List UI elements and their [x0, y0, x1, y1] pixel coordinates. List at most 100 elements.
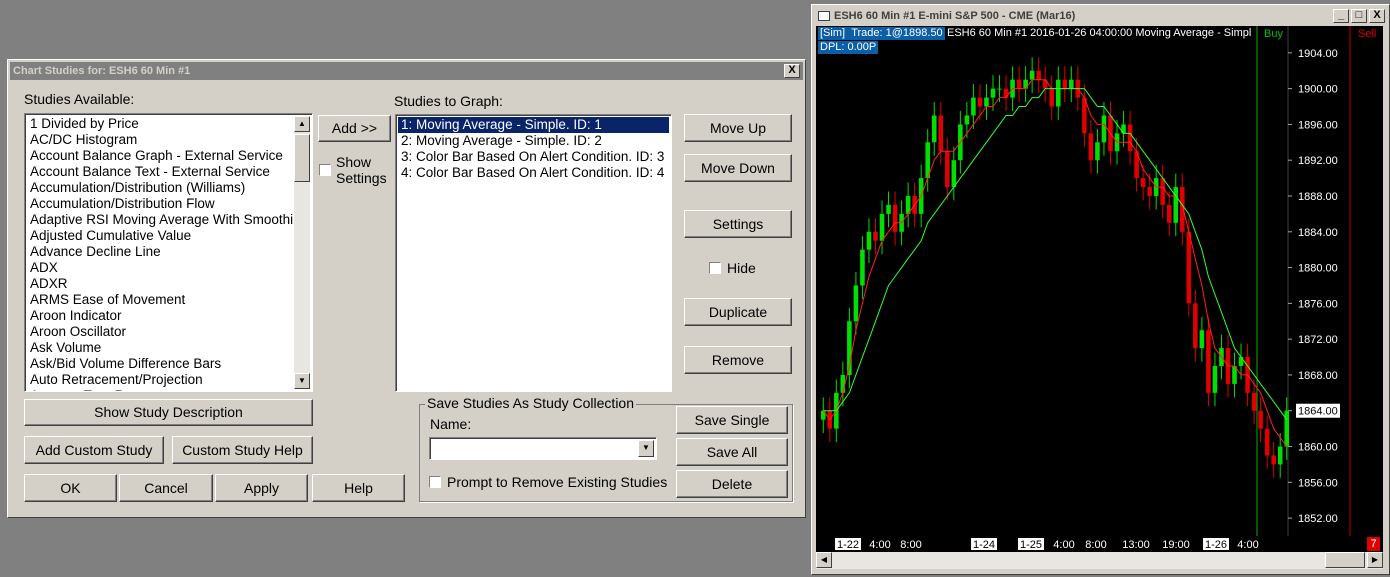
graph-study-item[interactable]: 2: Moving Average - Simple. ID: 2 [398, 133, 669, 149]
x-tick-label: 8:00 [900, 539, 921, 551]
available-study-item[interactable]: ARMS Ease of Movement [27, 292, 294, 308]
dropdown-arrow-icon[interactable]: ▼ [638, 440, 654, 457]
available-study-item[interactable]: Aroon Indicator [27, 308, 294, 324]
scroll-thumb-horizontal[interactable] [1325, 552, 1365, 568]
available-study-item[interactable]: Adaptive RSI Moving Average With Smoothi… [27, 212, 294, 228]
save-single-button[interactable]: Save Single [676, 406, 788, 434]
save-collection-group-label: Save Studies As Study Collection [425, 395, 637, 411]
y-tick-label: 1856.00 [1298, 477, 1338, 489]
candle-body [860, 249, 865, 286]
studies-available-scrollbar[interactable]: ▲ ▼ [294, 116, 310, 389]
x-tick-label: 19:00 [1162, 539, 1190, 551]
chart-window-title: ESH6 60 Min #1 E-mini S&P 500 - CME (Mar… [834, 10, 1076, 22]
help-button[interactable]: Help [312, 474, 405, 502]
x-tick-label: 1-22 [837, 539, 859, 551]
available-study-item[interactable]: ADXR [27, 276, 294, 292]
candle-body [1042, 79, 1048, 89]
available-study-item[interactable]: Ask Volume [27, 340, 294, 356]
candle-body [1173, 187, 1179, 223]
x-tick-label: 8:00 [1085, 539, 1106, 551]
delete-button[interactable]: Delete [676, 470, 788, 498]
available-study-item[interactable]: AC/DC Histogram [27, 132, 294, 148]
remove-button[interactable]: Remove [684, 346, 792, 374]
hide-checkbox[interactable] [709, 262, 721, 274]
add-custom-study-button[interactable]: Add Custom Study [24, 436, 164, 464]
available-study-item[interactable]: Accumulation/Distribution Flow [27, 196, 294, 212]
candle-body [1140, 178, 1146, 188]
scroll-up-icon[interactable]: ▲ [294, 116, 310, 132]
studies-to-graph-list[interactable]: 1: Moving Average - Simple. ID: 1 2: Movi… [395, 114, 672, 392]
candle-body [977, 97, 983, 107]
name-label: Name: [430, 416, 472, 432]
candle-body [1251, 392, 1257, 411]
x-axis-svg: 1-22 4:00 8:00 1-24 1-25 4:00 8:00 13:00 19:00 1-… [835, 538, 1259, 551]
available-study-item[interactable]: Account Balance Text - External Service [27, 164, 294, 180]
move-down-button[interactable]: Move Down [684, 154, 792, 182]
candle-body [1271, 455, 1276, 465]
available-study-item[interactable]: Average True Range [27, 388, 294, 391]
candle-body [1186, 231, 1192, 304]
y-tick-label: 1860.00 [1298, 442, 1338, 454]
hide-label: Hide [727, 260, 756, 276]
show-settings-label: Show Settings [336, 154, 387, 186]
candle-body [879, 213, 885, 241]
prompt-remove-checkbox[interactable] [429, 476, 441, 488]
close-icon[interactable]: X [1369, 9, 1385, 23]
available-study-item[interactable]: Accumulation/Distribution (Williams) [27, 180, 294, 196]
show-study-description-button[interactable]: Show Study Description [24, 399, 313, 426]
graph-study-item[interactable]: 1: Moving Average - Simple. ID: 1 [398, 117, 669, 133]
studies-available-list[interactable]: 1 Divided by Price AC/DC Histogram Account… [24, 113, 313, 392]
dpl-badge: DPL: 0.00P [818, 41, 879, 54]
apply-button[interactable]: Apply [215, 474, 308, 502]
candle-body [1062, 79, 1068, 89]
x-tick-label: 1-25 [1020, 539, 1042, 551]
minimize-icon[interactable]: _ [1333, 9, 1349, 23]
x-tick-label: 4:00 [869, 539, 890, 551]
chart-horizontal-scrollbar[interactable]: ◀ ▶ [816, 552, 1383, 569]
move-up-button[interactable]: Move Up [684, 114, 792, 142]
scroll-right-icon[interactable]: ▶ [1367, 552, 1383, 568]
cancel-button[interactable]: Cancel [119, 474, 213, 502]
available-study-item[interactable]: Aroon Oscillator [27, 324, 294, 340]
available-study-item[interactable]: ADX [27, 260, 294, 276]
maximize-icon[interactable]: □ [1351, 9, 1367, 23]
sell-label: Sell [1358, 28, 1377, 40]
custom-study-help-button[interactable]: Custom Study Help [172, 436, 313, 464]
candle-body [951, 160, 957, 188]
prompt-remove-label: Prompt to Remove Existing Studies [447, 474, 668, 490]
candle-body [1147, 187, 1152, 196]
available-study-item[interactable]: Account Balance Graph - External Service [27, 148, 294, 164]
y-tick-label: 1884.00 [1298, 227, 1338, 239]
ok-button[interactable]: OK [24, 474, 117, 502]
available-study-item[interactable]: Auto Retracement/Projection [27, 372, 294, 388]
y-tick-label: 1900.00 [1298, 84, 1338, 96]
duplicate-button[interactable]: Duplicate [684, 298, 792, 326]
candle-body [1029, 70, 1035, 80]
dialog-close-button[interactable]: X [784, 64, 800, 78]
candle-body [945, 151, 950, 188]
candle-body [853, 285, 859, 322]
scroll-left-icon[interactable]: ◀ [816, 552, 832, 568]
available-study-item[interactable]: Ask/Bid Volume Difference Bars [27, 356, 294, 372]
save-all-button[interactable]: Save All [676, 438, 788, 466]
chart-plot-area[interactable]: 1904.00 1900.00 1896.00 1892.00 1888.00 1884.… [816, 26, 1383, 536]
graph-study-item[interactable]: 4: Color Bar Based On Alert Condition. I… [398, 165, 669, 181]
sim-label: [Sim] [820, 27, 846, 39]
y-tick-label: 1880.00 [1298, 263, 1338, 275]
available-study-item[interactable]: 1 Divided by Price [27, 116, 294, 132]
y-tick-label: 1896.00 [1298, 119, 1338, 131]
candle-body [1088, 133, 1094, 161]
scroll-thumb[interactable] [294, 134, 310, 182]
graph-study-item[interactable]: 3: Color Bar Based On Alert Condition. I… [398, 149, 669, 165]
y-tick-label: 1864.00 [1298, 406, 1338, 418]
show-settings-checkbox[interactable] [319, 164, 331, 176]
candle-body [1016, 79, 1022, 89]
candle-body [892, 204, 898, 232]
add-study-button[interactable]: Add >> [318, 115, 391, 142]
available-study-item[interactable]: Adjusted Cumulative Value [27, 228, 294, 244]
settings-button[interactable]: Settings [684, 210, 792, 238]
chart-svg: 1904.00 1900.00 1896.00 1892.00 1888.00 1884.… [820, 26, 1351, 536]
name-combobox[interactable]: ▼ [429, 437, 657, 460]
scroll-down-icon[interactable]: ▼ [294, 373, 310, 389]
available-study-item[interactable]: Advance Decline Line [27, 244, 294, 260]
